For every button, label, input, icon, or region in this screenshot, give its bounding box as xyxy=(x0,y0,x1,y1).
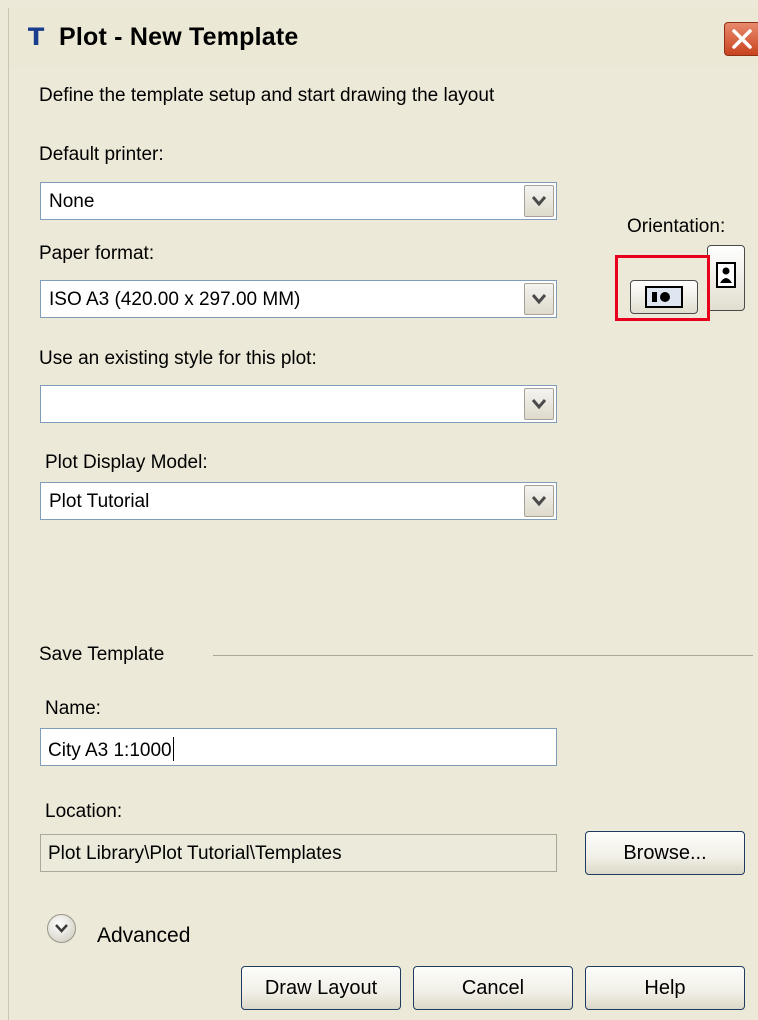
cancel-button[interactable]: Cancel xyxy=(413,966,573,1010)
title-bar[interactable]: T Plot - New Template xyxy=(9,8,758,68)
app-logo-icon: T xyxy=(27,23,45,51)
paper-format-label: Paper format: xyxy=(39,243,155,264)
text-caret xyxy=(172,737,174,761)
default-printer-label: Default printer: xyxy=(39,144,164,165)
display-model-dropdown-button[interactable] xyxy=(524,485,554,517)
location-value: Plot Library\Plot Tutorial\Templates xyxy=(48,843,342,864)
advanced-label[interactable]: Advanced xyxy=(97,924,190,948)
template-name-value: City A3 1:1000 xyxy=(48,737,174,762)
paper-format-select[interactable]: ISO A3 (420.00 x 297.00 MM) xyxy=(40,280,557,318)
chevron-down-icon xyxy=(532,196,546,207)
location-label: Location: xyxy=(45,801,123,822)
save-template-heading: Save Template xyxy=(39,644,165,665)
chevron-down-icon xyxy=(532,294,546,305)
chevron-down-icon xyxy=(532,399,546,410)
portrait-orientation-button[interactable] xyxy=(707,245,745,311)
paper-format-dropdown-button[interactable] xyxy=(524,283,554,315)
template-name-input[interactable]: City A3 1:1000 xyxy=(40,728,557,766)
portrait-orientation-icon xyxy=(716,262,736,288)
existing-style-select[interactable] xyxy=(40,385,557,423)
intro-text: Define the template setup and start draw… xyxy=(39,85,495,106)
landscape-orientation-button[interactable] xyxy=(630,280,698,314)
window-title: Plot - New Template xyxy=(59,23,299,51)
display-model-label: Plot Display Model: xyxy=(45,452,208,473)
default-printer-select[interactable]: None xyxy=(40,182,557,220)
help-button[interactable]: Help xyxy=(585,966,745,1010)
chevron-down-icon xyxy=(55,924,68,933)
landscape-orientation-icon xyxy=(645,286,683,308)
close-button[interactable] xyxy=(724,22,758,56)
browse-button[interactable]: Browse... xyxy=(585,831,745,875)
name-label: Name: xyxy=(45,698,101,719)
advanced-expand-button[interactable] xyxy=(47,914,76,943)
save-template-divider xyxy=(213,655,753,656)
orientation-label: Orientation: xyxy=(627,216,726,237)
draw-layout-button[interactable]: Draw Layout xyxy=(241,966,401,1010)
location-field: Plot Library\Plot Tutorial\Templates xyxy=(40,834,557,872)
existing-style-dropdown-button[interactable] xyxy=(524,388,554,420)
display-model-select[interactable]: Plot Tutorial xyxy=(40,482,557,520)
existing-style-label: Use an existing style for this plot: xyxy=(39,348,317,369)
plot-new-template-dialog: T Plot - New Template Define the templat… xyxy=(8,8,758,1020)
default-printer-value: None xyxy=(49,191,95,212)
chevron-down-icon xyxy=(532,496,546,507)
close-icon xyxy=(732,29,752,49)
display-model-value: Plot Tutorial xyxy=(49,491,150,512)
paper-format-value: ISO A3 (420.00 x 297.00 MM) xyxy=(49,289,301,310)
default-printer-dropdown-button[interactable] xyxy=(524,185,554,217)
